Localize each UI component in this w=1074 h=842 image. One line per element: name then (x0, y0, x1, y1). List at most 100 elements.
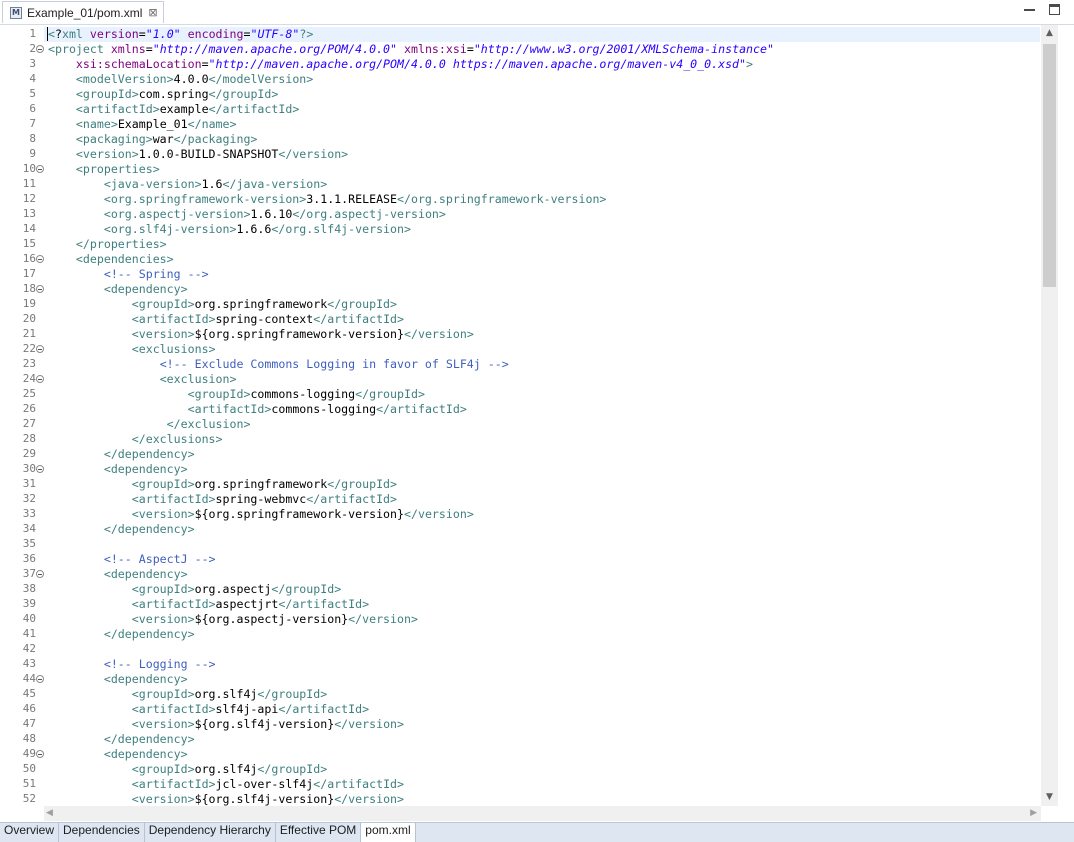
fold-toggle-icon[interactable] (36, 345, 44, 353)
code-line[interactable]: <version>${org.springframework-version}<… (48, 507, 1038, 522)
scroll-right-icon[interactable]: ▶ (1030, 806, 1037, 821)
fold-toggle-icon[interactable] (36, 165, 44, 173)
code-line[interactable]: <dependency> (48, 567, 1038, 582)
xml-editor[interactable]: 1 2 3 4 5 6 7 8 9 10 11 12 13 14 15 16 17 18 19 20 21 22 23 24 2… (0, 25, 1074, 821)
code-line[interactable]: <version>${org.aspectj-version}</version… (48, 612, 1038, 627)
code-line[interactable]: <project xmlns="http://maven.apache.org/… (48, 42, 1038, 57)
code-line[interactable]: </dependency> (48, 447, 1038, 462)
line-number: 49 (22, 747, 36, 760)
code-line[interactable]: <groupId>commons-logging</groupId> (48, 387, 1038, 402)
code-token: </artifactId> (306, 492, 398, 506)
code-line[interactable]: </dependency> (48, 732, 1038, 747)
code-token: </groupId> (257, 762, 328, 776)
line-number: 37 (22, 567, 36, 580)
tab-overview[interactable]: Overview (0, 823, 60, 842)
code-line[interactable]: <groupId>com.spring</groupId> (48, 87, 1038, 102)
fold-toggle-icon[interactable] (36, 750, 44, 758)
code-line[interactable]: <exclusion> (48, 372, 1038, 387)
fold-toggle-icon[interactable] (36, 375, 44, 383)
code-line[interactable]: <artifactId>spring-context</artifactId> (48, 312, 1038, 327)
fold-toggle-icon[interactable] (36, 45, 44, 53)
scroll-left-icon[interactable]: ◀ (46, 806, 53, 821)
code-line[interactable]: </exclusion> (48, 417, 1038, 432)
code-line[interactable]: xsi:schemaLocation="http://maven.apache.… (48, 57, 1038, 72)
code-line[interactable]: <artifactId>spring-webmvc</artifactId> (48, 492, 1038, 507)
code-line[interactable]: <org.slf4j-version>1.6.6</org.slf4j-vers… (48, 222, 1038, 237)
code-token: </dependency> (103, 522, 195, 536)
code-line[interactable]: <artifactId>aspectjrt</artifactId> (48, 597, 1038, 612)
fold-toggle-icon[interactable] (36, 255, 44, 263)
code-line[interactable]: <groupId>org.slf4j</groupId> (48, 687, 1038, 702)
editor-tab-pom[interactable]: M Example_01/pom.xml ⊠ (2, 1, 164, 23)
close-icon[interactable]: ⊠ (148, 6, 157, 19)
gutter-line: 20 (0, 312, 46, 327)
code-line[interactable]: <dependency> (48, 747, 1038, 762)
code-line[interactable]: <packaging>war</packaging> (48, 132, 1038, 147)
code-line[interactable]: </exclusions> (48, 432, 1038, 447)
code-token: ${org.aspectj-version} (194, 612, 349, 626)
code-line[interactable]: <!-- Logging --> (48, 657, 1038, 672)
code-line[interactable]: <groupId>org.slf4j</groupId> (48, 762, 1038, 777)
code-line[interactable]: <artifactId>example</artifactId> (48, 102, 1038, 117)
tab-dependency-hierarchy[interactable]: Dependency Hierarchy (145, 823, 276, 842)
code-line[interactable]: <org.aspectj-version>1.6.10</org.aspectj… (48, 207, 1038, 222)
vertical-scroll-thumb[interactable] (1043, 44, 1056, 287)
code-line[interactable]: </dependency> (48, 522, 1038, 537)
code-line[interactable]: <groupId>org.springframework</groupId> (48, 477, 1038, 492)
code-line[interactable]: <version>${org.springframework-version}<… (48, 327, 1038, 342)
gutter-line: 41 (0, 627, 46, 642)
code-line[interactable]: <groupId>org.aspectj</groupId> (48, 582, 1038, 597)
scroll-down-icon[interactable]: ▼ (1041, 789, 1058, 806)
code-line[interactable]: <name>Example_01</name> (48, 117, 1038, 132)
code-line[interactable]: <groupId>org.springframework</groupId> (48, 297, 1038, 312)
code-token: </version> (404, 327, 474, 341)
code-line[interactable]: <version>1.0.0-BUILD-SNAPSHOT</version> (48, 147, 1038, 162)
code-area[interactable]: <?xml version="1.0" encoding="UTF-8"?> <p… (47, 27, 1038, 807)
minimize-button[interactable] (1024, 4, 1035, 15)
code-token: <dependency> (103, 282, 188, 296)
code-token: <version> (131, 507, 195, 521)
code-line[interactable]: <dependencies> (48, 252, 1038, 267)
code-line[interactable]: <?xml version="1.0" encoding="UTF-8"?> (47, 27, 1038, 42)
fold-toggle-icon[interactable] (36, 465, 44, 473)
tab-dependencies[interactable]: Dependencies (59, 823, 145, 842)
horizontal-scrollbar[interactable]: ◀ ▶ (44, 806, 1041, 821)
code-line[interactable]: </properties> (48, 237, 1038, 252)
code-line[interactable]: </dependency> (48, 627, 1038, 642)
code-line[interactable]: <artifactId>commons-logging</artifactId> (48, 402, 1038, 417)
code-line[interactable] (48, 642, 1038, 657)
code-line[interactable]: <artifactId>jcl-over-slf4j</artifactId> (48, 777, 1038, 792)
vertical-scrollbar[interactable]: ▲ ▼ (1041, 25, 1058, 806)
fold-toggle-icon[interactable] (36, 285, 44, 293)
fold-toggle-icon[interactable] (36, 570, 44, 578)
code-line[interactable]: <version>${org.slf4j-version}</version> (48, 792, 1038, 807)
code-line[interactable]: <version>${org.slf4j-version}</version> (48, 717, 1038, 732)
fold-toggle-icon[interactable] (36, 675, 44, 683)
code-token: 3.1.1.RELEASE (306, 192, 398, 206)
code-line[interactable]: <dependency> (48, 462, 1038, 477)
code-line[interactable]: <org.springframework-version>3.1.1.RELEA… (48, 192, 1038, 207)
gutter-line: 30 (0, 462, 46, 477)
code-line[interactable]: <!-- Exclude Commons Logging in favor of… (48, 357, 1038, 372)
code-line[interactable]: <!-- AspectJ --> (48, 552, 1038, 567)
scroll-up-icon[interactable]: ▲ (1041, 25, 1058, 42)
code-line[interactable]: <java-version>1.6</java-version> (48, 177, 1038, 192)
gutter-line: 25 (0, 387, 46, 402)
code-token: <artifactId> (75, 102, 160, 116)
code-line[interactable]: <dependency> (48, 672, 1038, 687)
tab-pom-xml[interactable]: pom.xml (361, 823, 416, 842)
tab-effective-pom[interactable]: Effective POM (276, 823, 362, 842)
code-line[interactable]: <properties> (48, 162, 1038, 177)
maximize-button[interactable] (1049, 4, 1060, 15)
code-token: xml (61, 27, 90, 41)
code-line[interactable]: <dependency> (48, 282, 1038, 297)
code-line[interactable] (48, 537, 1038, 552)
code-token: spring-context (215, 312, 314, 326)
code-line[interactable]: <modelVersion>4.0.0</modelVersion> (48, 72, 1038, 87)
code-line[interactable]: <exclusions> (48, 342, 1038, 357)
code-line[interactable]: <artifactId>slf4j-api</artifactId> (48, 702, 1038, 717)
code-line[interactable]: <!-- Spring --> (48, 267, 1038, 282)
